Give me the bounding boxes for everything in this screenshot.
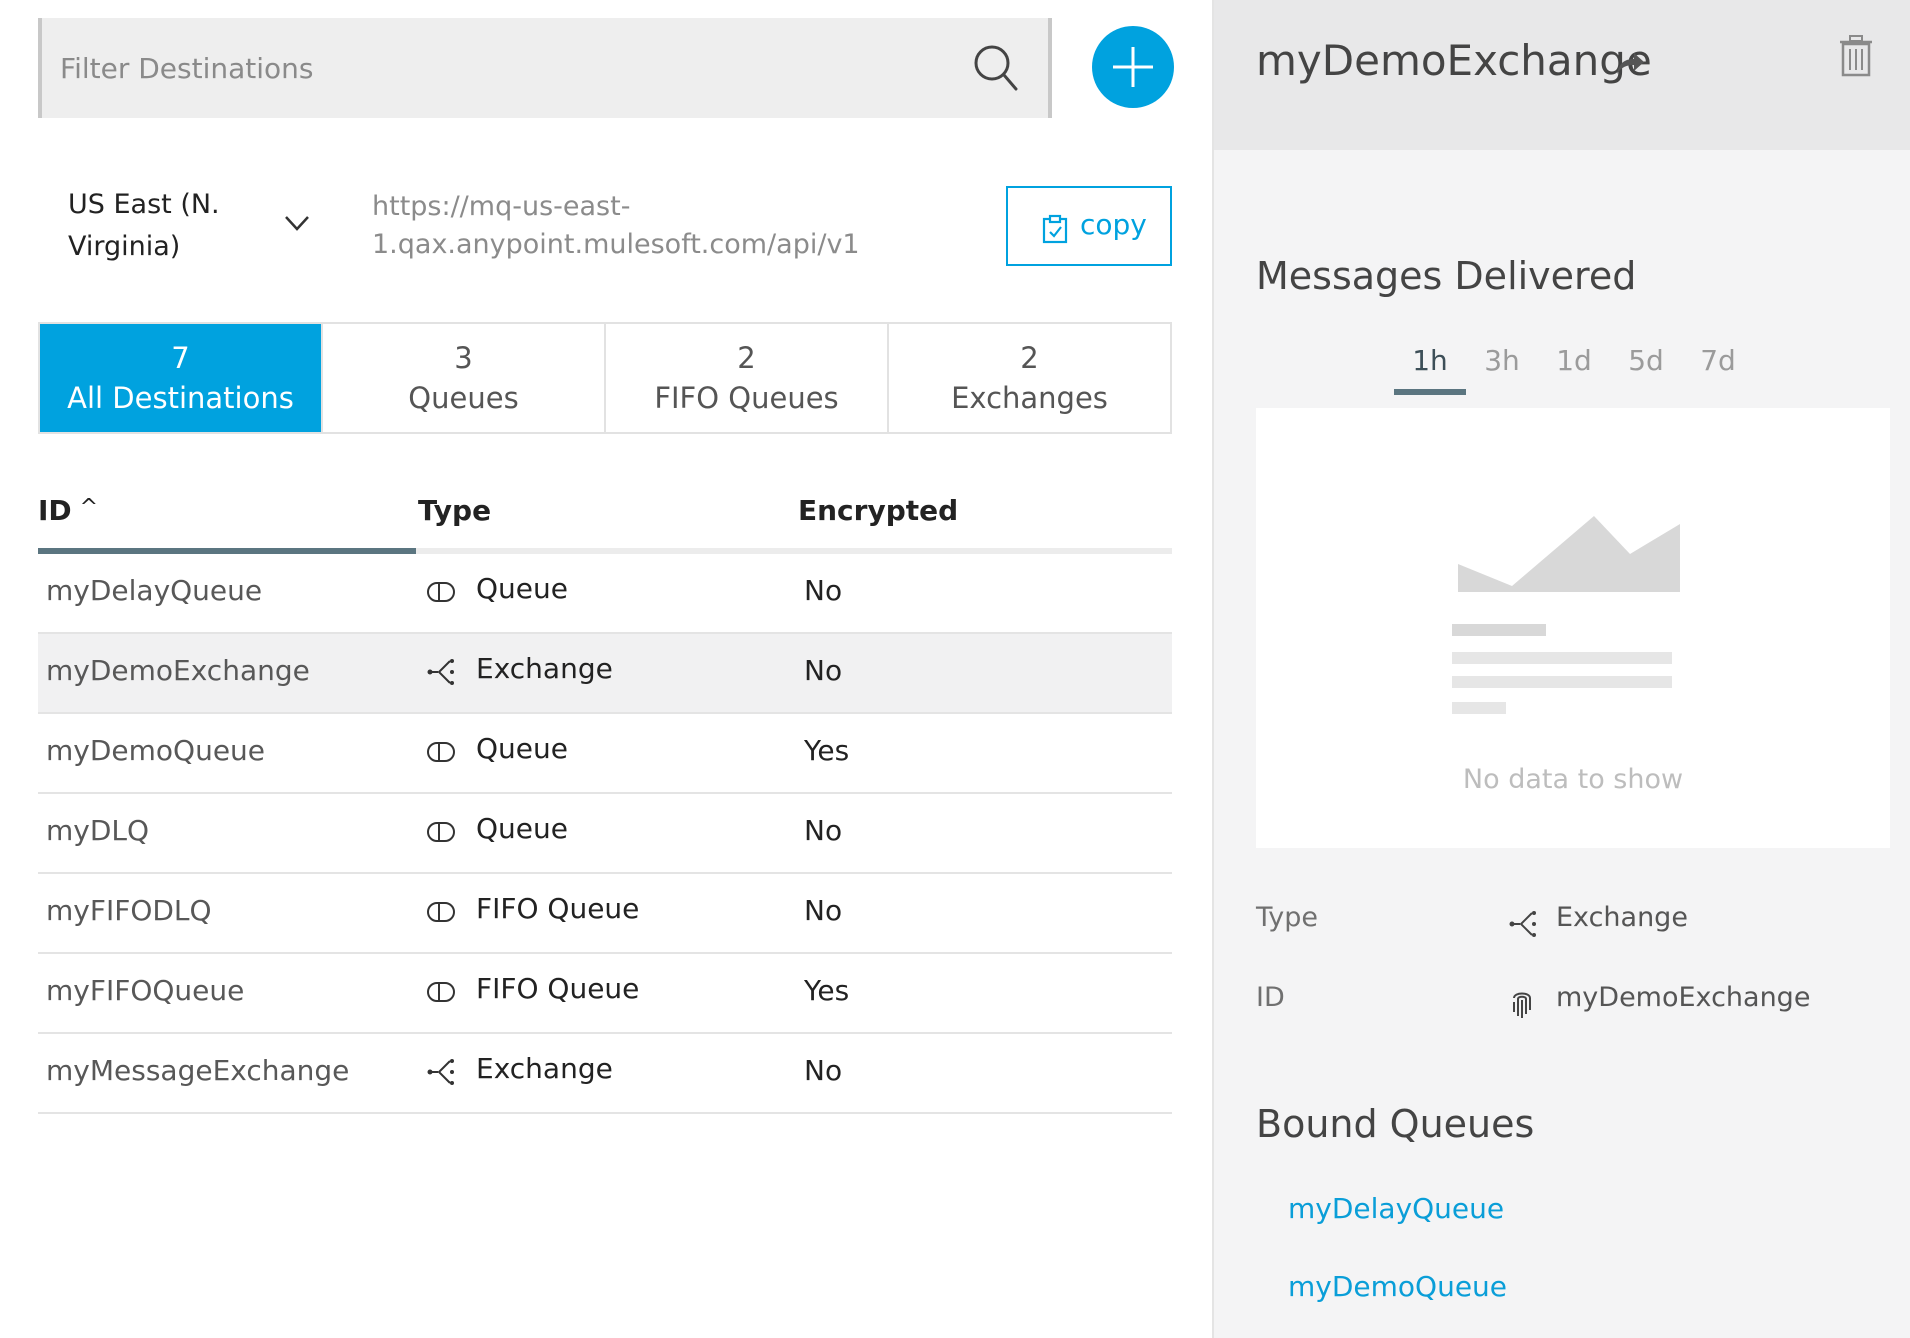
range-tab-5d[interactable]: 5d — [1610, 344, 1682, 395]
type-label: Type — [1256, 902, 1319, 933]
row-type: Queue — [476, 732, 568, 765]
sort-ascending-icon: ^ — [79, 495, 99, 520]
row-type: FIFO Queue — [476, 972, 640, 1005]
tab-fifo-queues[interactable]: 2 FIFO Queues — [606, 324, 889, 432]
row-id: myDelayQueue — [46, 574, 263, 607]
detail-title: myDemoExchange — [1256, 36, 1652, 85]
column-header-encrypted[interactable]: Encrypted — [798, 494, 958, 527]
tab-count: 2 — [1020, 341, 1039, 375]
time-range-tabs: 1h 3h 1d 5d 7d — [1394, 344, 1754, 395]
tab-count: 3 — [454, 341, 473, 375]
clipboard-icon — [1042, 214, 1068, 244]
row-type: FIFO Queue — [476, 892, 640, 925]
tab-label: All Destinations — [67, 381, 294, 415]
external-link-icon[interactable] — [1614, 50, 1646, 76]
queue-icon — [427, 582, 455, 602]
destination-detail-pane: myDemoExchange Messages Delivered 1h 3h … — [1212, 0, 1910, 1338]
range-tab-3h[interactable]: 3h — [1466, 344, 1538, 395]
tab-count: 7 — [171, 341, 190, 375]
trash-icon[interactable] — [1838, 34, 1874, 78]
table-row[interactable]: myDemoExchange Exchange No — [38, 634, 1172, 714]
empty-chart-illustration — [1452, 516, 1680, 714]
row-type: Queue — [476, 572, 568, 605]
range-tab-1h[interactable]: 1h — [1394, 344, 1466, 395]
row-type: Exchange — [476, 1052, 613, 1085]
row-encrypted: No — [804, 574, 843, 607]
bound-queues-title: Bound Queues — [1256, 1102, 1535, 1146]
bound-queue-link[interactable]: myDelayQueue — [1288, 1192, 1504, 1225]
detail-header: myDemoExchange — [1214, 0, 1910, 150]
row-id: myMessageExchange — [46, 1054, 350, 1087]
row-encrypted: Yes — [804, 974, 850, 1007]
destination-filter-tabs: 7 All Destinations 3 Queues 2 FIFO Queue… — [38, 322, 1172, 434]
search-icon[interactable] — [972, 43, 1020, 93]
table-row[interactable]: myFIFODLQ FIFO Queue No — [38, 874, 1172, 954]
row-id: myDemoQueue — [46, 734, 266, 767]
chevron-down-icon[interactable] — [284, 214, 310, 232]
column-header-type[interactable]: Type — [418, 494, 491, 527]
table-row[interactable]: myDelayQueue Queue No — [38, 554, 1172, 634]
row-encrypted: No — [804, 894, 843, 927]
queue-icon — [427, 902, 455, 922]
exchange-icon — [427, 1059, 454, 1085]
range-tab-1d[interactable]: 1d — [1538, 344, 1610, 395]
filter-bar — [38, 18, 1052, 118]
fingerprint-icon — [1513, 992, 1531, 1018]
row-id: myDemoExchange — [46, 654, 310, 687]
type-value: Exchange — [1556, 902, 1688, 933]
exchange-icon — [1509, 911, 1536, 937]
table-header: ID ^ Type Encrypted — [38, 486, 1172, 554]
region-selector-label[interactable]: US East (N. Virginia) — [68, 184, 248, 268]
copy-label: copy — [1080, 208, 1147, 241]
row-id: myDLQ — [46, 814, 150, 847]
tab-all-destinations[interactable]: 7 All Destinations — [40, 324, 323, 432]
endpoint-url: https://mq-us-east-1.qax.anypoint.muleso… — [372, 191, 860, 260]
bound-queue-link[interactable]: myDemoQueue — [1288, 1270, 1507, 1303]
table-row[interactable]: myFIFOQueue FIFO Queue Yes — [38, 954, 1172, 1034]
row-id: myFIFODLQ — [46, 894, 212, 927]
column-header-id[interactable]: ID ^ — [38, 494, 98, 527]
tab-queues[interactable]: 3 Queues — [323, 324, 606, 432]
empty-state-text: No data to show — [1462, 764, 1684, 795]
destinations-table: myDelayQueue Queue No myDemoExchange Exc… — [38, 554, 1172, 1114]
id-value: myDemoExchange — [1556, 982, 1811, 1013]
filter-input[interactable] — [60, 18, 960, 118]
row-id: myFIFOQueue — [46, 974, 245, 1007]
range-tab-7d[interactable]: 7d — [1682, 344, 1754, 395]
row-encrypted: Yes — [804, 734, 850, 767]
add-destination-button[interactable] — [1092, 26, 1174, 108]
exchange-icon — [427, 659, 454, 685]
tab-exchanges[interactable]: 2 Exchanges — [889, 324, 1170, 432]
column-header-id-label: ID — [38, 494, 72, 527]
table-row[interactable]: myDemoQueue Queue Yes — [38, 714, 1172, 794]
destinations-pane: US East (N. Virginia) https://mq-us-east… — [0, 0, 1212, 1338]
tab-label: FIFO Queues — [654, 381, 839, 415]
plus-icon — [1113, 47, 1153, 87]
messages-delivered-title: Messages Delivered — [1256, 254, 1637, 298]
row-encrypted: No — [804, 1054, 843, 1087]
queue-icon — [427, 742, 455, 762]
tab-count: 2 — [737, 341, 756, 375]
id-label: ID — [1256, 982, 1285, 1013]
tab-label: Queues — [408, 381, 519, 415]
queue-icon — [427, 982, 455, 1002]
table-row[interactable]: myDLQ Queue No — [38, 794, 1172, 874]
row-type: Queue — [476, 812, 568, 845]
table-row[interactable]: myMessageExchange Exchange No — [38, 1034, 1172, 1114]
messages-chart-card: No data to show — [1256, 408, 1890, 848]
tab-label: Exchanges — [951, 381, 1108, 415]
queue-icon — [427, 822, 455, 842]
row-encrypted: No — [804, 814, 843, 847]
row-encrypted: No — [804, 654, 843, 687]
copy-url-button[interactable]: copy — [1006, 186, 1172, 266]
row-type: Exchange — [476, 652, 613, 685]
